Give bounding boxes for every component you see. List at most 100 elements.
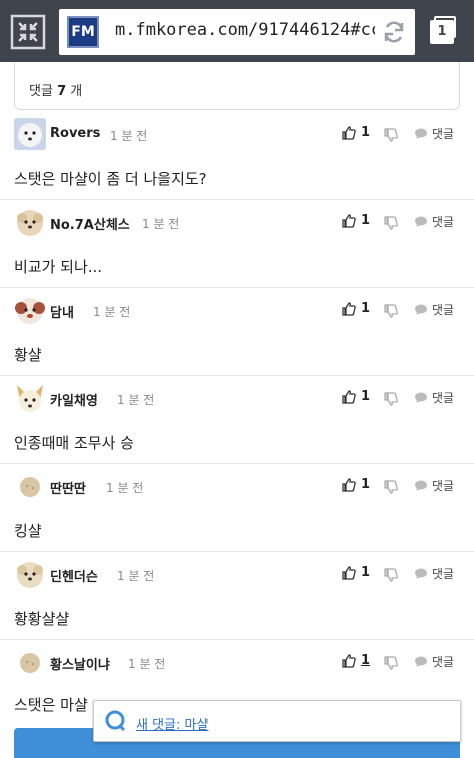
reply-label: 댓글 — [432, 391, 455, 405]
avatar — [14, 470, 46, 502]
speech-bubble-icon — [415, 128, 427, 139]
like-button[interactable]: 1 — [342, 477, 370, 492]
comment-count-suffix: 개 — [70, 84, 83, 99]
comment-actions: 1 댓글 — [342, 213, 462, 233]
comment-item: 딴딴딴 1 분 전 1 댓글 킹샬 — [0, 464, 474, 552]
thumbs-up-icon — [342, 213, 356, 228]
comment-text: 킹샬 — [14, 522, 42, 540]
comment-actions: 1 댓글 — [342, 389, 462, 409]
comment-actions: 1 댓글 — [342, 565, 462, 585]
comment-count: 7 — [57, 84, 67, 99]
like-button[interactable]: 1 — [342, 389, 370, 404]
thumbs-up-icon — [342, 389, 356, 404]
reply-button[interactable]: 댓글 — [414, 477, 454, 494]
like-count: 1 — [361, 389, 371, 404]
comment-nickname[interactable]: No.7A산체스 — [50, 214, 130, 233]
reply-button[interactable]: 댓글 — [414, 125, 454, 142]
exit-fullscreen-icon[interactable] — [10, 14, 46, 50]
like-button[interactable]: 1 — [342, 653, 370, 668]
like-count: 1 — [361, 125, 371, 140]
speech-bubble-icon — [415, 568, 427, 579]
comment-time: 1 분 전 — [106, 481, 144, 495]
like-button[interactable]: 1 — [342, 565, 370, 580]
avatar — [14, 382, 46, 414]
thumbs-down-icon[interactable] — [384, 655, 398, 674]
like-button[interactable]: 1 — [342, 301, 370, 316]
comment-time: 1 분 전 — [110, 129, 148, 143]
like-count: 1 — [361, 565, 371, 580]
comment-nickname[interactable]: 딴딴딴 — [50, 478, 86, 497]
site-favicon: FM — [67, 16, 99, 48]
thumbs-down-icon[interactable] — [384, 215, 398, 234]
avatar — [14, 646, 46, 678]
comment-item: 딘헨더슨 1 분 전 1 댓글 황황샬샬 — [0, 552, 474, 640]
thumbs-up-icon — [342, 301, 356, 316]
reply-button[interactable]: 댓글 — [414, 653, 454, 670]
tabs-button[interactable]: 1 — [428, 16, 458, 48]
comment-time: 1 분 전 — [142, 217, 180, 231]
avatar — [14, 294, 46, 326]
like-button[interactable]: 1 — [342, 125, 370, 140]
thumbs-down-icon[interactable] — [384, 303, 398, 322]
reply-button[interactable]: 댓글 — [414, 389, 454, 406]
comment-text: 인종때매 조무사 승 — [14, 434, 134, 452]
comment-actions: 1 댓글 — [342, 125, 462, 145]
new-comment-popup[interactable]: 새 댓글: 마샬 — [93, 700, 461, 742]
url-text[interactable]: m.fmkorea.com/917446124#cc — [115, 20, 375, 40]
reply-label: 댓글 — [432, 479, 455, 493]
like-button[interactable]: 1 — [342, 213, 370, 228]
comment-nickname[interactable]: 황스날이냐 — [50, 654, 110, 673]
comment-text: 황황샬샬 — [14, 610, 70, 628]
reply-label: 댓글 — [432, 215, 455, 229]
comment-text: 황샬 — [14, 346, 42, 364]
comment-item: No.7A산체스 1 분 전 1 댓글 비교가 되나... — [0, 200, 474, 288]
avatar — [14, 118, 46, 150]
thumbs-down-icon[interactable] — [384, 479, 398, 498]
new-comment-icon — [104, 709, 128, 733]
comment-nickname[interactable]: 담내 — [50, 302, 74, 321]
like-count: 1 — [361, 477, 371, 492]
avatar — [14, 206, 46, 238]
url-bar[interactable]: FM m.fmkorea.com/917446124#cc — [59, 9, 415, 55]
reply-label: 댓글 — [432, 655, 455, 669]
comment-text: 비교가 되나... — [14, 258, 103, 276]
comment-actions: 1 댓글 — [342, 477, 462, 497]
comment-text: 스탯은 마샬이 좀 더 나을지도? — [14, 170, 207, 188]
thumbs-down-icon[interactable] — [384, 391, 398, 410]
comment-time: 1 분 전 — [117, 569, 155, 583]
reload-icon[interactable] — [381, 19, 407, 45]
comment-time: 1 분 전 — [117, 393, 155, 407]
avatar — [14, 558, 46, 590]
speech-bubble-icon — [415, 392, 427, 403]
thumbs-up-icon — [342, 653, 356, 668]
like-count: 1 — [361, 653, 371, 668]
new-comment-link[interactable]: 새 댓글: 마샬 — [136, 714, 208, 733]
comment-actions: 1 댓글 — [342, 653, 462, 673]
like-count: 1 — [361, 301, 371, 316]
thumbs-down-icon[interactable] — [384, 127, 398, 146]
reply-label: 댓글 — [432, 567, 455, 581]
reply-label: 댓글 — [432, 127, 455, 141]
tab-count: 1 — [430, 20, 454, 44]
speech-bubble-icon — [415, 304, 427, 315]
thumbs-down-icon[interactable] — [384, 567, 398, 586]
comment-item: 카일채영 1 분 전 1 댓글 인종때매 조무사 승 — [0, 376, 474, 464]
speech-bubble-icon — [415, 656, 427, 667]
thumbs-up-icon — [342, 565, 356, 580]
speech-bubble-icon — [415, 480, 427, 491]
speech-bubble-icon — [415, 216, 427, 227]
comment-nickname[interactable]: Rovers — [50, 126, 100, 141]
comment-nickname[interactable]: 카일채영 — [50, 390, 98, 409]
reply-button[interactable]: 댓글 — [414, 213, 454, 230]
reply-button[interactable]: 댓글 — [414, 565, 454, 582]
comment-time: 1 분 전 — [93, 305, 131, 319]
comment-count-box: 댓글 7 개 — [14, 62, 460, 110]
like-count: 1 — [361, 213, 371, 228]
reply-label: 댓글 — [432, 303, 455, 317]
comment-nickname[interactable]: 딘헨더슨 — [50, 566, 98, 585]
reply-button[interactable]: 댓글 — [414, 301, 454, 318]
comment-actions: 1 댓글 — [342, 301, 462, 321]
browser-toolbar: FM m.fmkorea.com/917446124#cc 1 — [0, 0, 474, 62]
comment-item: Rovers 1 분 전 1 댓글 스탯은 마샬이 좀 더 나을지도? — [0, 112, 474, 200]
thumbs-up-icon — [342, 477, 356, 492]
